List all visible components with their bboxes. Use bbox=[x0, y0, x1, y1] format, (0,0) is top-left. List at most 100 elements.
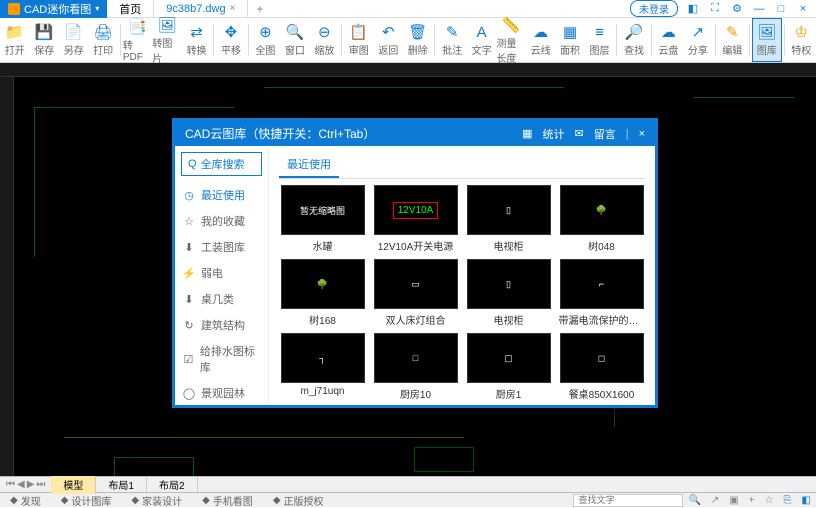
dropdown-icon[interactable]: ▾ bbox=[95, 4, 99, 13]
msg-button[interactable]: 留言 bbox=[594, 126, 616, 142]
status-item-家装设计[interactable]: ◆家装设计 bbox=[121, 493, 192, 508]
toolbar-label: 测量长度 bbox=[496, 35, 525, 65]
card-thumbnail: 12V10A bbox=[374, 185, 458, 235]
msg-icon[interactable]: ✉ bbox=[574, 127, 583, 140]
nav-next-icon[interactable]: ▶ bbox=[27, 479, 35, 490]
card-label: 水罐 bbox=[313, 238, 333, 253]
status-item-发现[interactable]: ◆发现 bbox=[0, 493, 51, 508]
status-item-手机看图[interactable]: ◆手机看图 bbox=[192, 493, 263, 508]
sidebar-item-弱电[interactable]: ⚡弱电 bbox=[175, 260, 268, 286]
toolbar-删除[interactable]: 🗑删除 bbox=[403, 18, 432, 62]
library-card[interactable]: 暂无缩略图水罐 bbox=[279, 185, 366, 253]
stats-button[interactable]: 统计 bbox=[542, 126, 564, 142]
toolbar-保存[interactable]: 💾保存 bbox=[29, 18, 58, 62]
content-tab-recent[interactable]: 最近使用 bbox=[279, 152, 339, 178]
status-tool2-icon[interactable]: ▣ bbox=[724, 495, 743, 506]
fullscreen-icon[interactable]: ⛶ bbox=[708, 2, 722, 16]
toolbar-icon: ⊕ bbox=[256, 23, 274, 41]
sidebar-item-景观园林[interactable]: ◯景观园林 bbox=[175, 380, 268, 405]
popup-content: 最近使用 暂无缩略图水罐12V10A12V10A开关电源▯电视柜🌳树048 🌳树1… bbox=[269, 146, 655, 405]
toolbar-查找[interactable]: 🔎查找 bbox=[619, 18, 648, 62]
library-card[interactable]: ┐m_j71uqn bbox=[279, 333, 366, 399]
toolbar-审图[interactable]: 📋审图 bbox=[344, 18, 373, 62]
add-tab-button[interactable]: + bbox=[248, 0, 271, 18]
tab-home[interactable]: 首页 bbox=[107, 0, 154, 18]
sidebar-item-我的收藏[interactable]: ☆我的收藏 bbox=[175, 208, 268, 234]
layout-tab-模型[interactable]: 模型 bbox=[51, 475, 96, 494]
search-go-icon[interactable]: 🔍 bbox=[683, 495, 705, 506]
toolbar-文字[interactable]: A文字 bbox=[467, 18, 496, 62]
card-thumbnail: ▯ bbox=[467, 185, 551, 235]
status-tool6-icon[interactable]: ◧ bbox=[797, 495, 816, 506]
library-card[interactable]: ▯电视柜 bbox=[465, 185, 552, 253]
nav-prev-icon[interactable]: ◀ bbox=[17, 479, 25, 490]
toolbar-窗口[interactable]: 🔍窗口 bbox=[280, 18, 309, 62]
settings-icon[interactable]: ⚙ bbox=[730, 2, 744, 16]
toolbar-转换[interactable]: ⇄转换 bbox=[182, 18, 211, 62]
status-tool1-icon[interactable]: ↗ bbox=[706, 495, 724, 506]
toolbar-测量长度[interactable]: 📏测量长度 bbox=[496, 18, 525, 62]
status-item-设计图库[interactable]: ◆设计图库 bbox=[51, 493, 122, 508]
toolbar-label: 另存 bbox=[64, 42, 84, 57]
toolbar-分享[interactable]: ↗分享 bbox=[683, 18, 712, 62]
drawing-canvas[interactable]: CAD云图库（快捷开关：Ctrl+Tab） ▦ 统计 ✉ 留言 | × Q 全库… bbox=[0, 63, 816, 476]
minimize-icon[interactable]: — bbox=[752, 2, 766, 16]
toolbar-icon: ↶ bbox=[379, 23, 397, 41]
card-thumbnail: ▢ bbox=[467, 333, 551, 383]
layout-tab-布局1[interactable]: 布局1 bbox=[96, 475, 147, 494]
app-name: CAD迷你看图 bbox=[24, 1, 91, 17]
library-card[interactable]: ▢厨房1 bbox=[465, 333, 552, 399]
toolbar-云盘[interactable]: ☁云盘 bbox=[654, 18, 683, 62]
toolbar-图库[interactable]: 🖼图库 bbox=[752, 18, 782, 62]
sidebar-item-最近使用[interactable]: ◷最近使用 bbox=[175, 182, 268, 208]
toolbar-编辑[interactable]: ✎编辑 bbox=[718, 18, 747, 62]
sidebar-item-给排水图标库[interactable]: ☑给排水图标库 bbox=[175, 338, 268, 380]
toolbar-批注[interactable]: ✎批注 bbox=[437, 18, 466, 62]
status-icon: ◆ bbox=[10, 495, 18, 506]
skin-icon[interactable]: ◧ bbox=[686, 2, 700, 16]
login-button[interactable]: 未登录 bbox=[630, 0, 678, 17]
status-tool3-icon[interactable]: + bbox=[744, 495, 760, 506]
toolbar-平移[interactable]: ✥平移 bbox=[216, 18, 245, 62]
popup-close-icon[interactable]: × bbox=[639, 128, 645, 140]
toolbar-图层[interactable]: ≡图层 bbox=[585, 18, 614, 62]
toolbar-打印[interactable]: 🖨打印 bbox=[88, 18, 117, 62]
sidebar-item-label: 我的收藏 bbox=[201, 213, 245, 229]
close-icon[interactable]: × bbox=[230, 3, 236, 14]
library-card[interactable]: 12V10A12V10A开关电源 bbox=[372, 185, 459, 253]
toolbar-转PDF[interactable]: 📑转PDF bbox=[123, 18, 152, 62]
library-search-button[interactable]: Q 全库搜索 bbox=[181, 152, 262, 176]
status-search-input[interactable] bbox=[573, 494, 683, 507]
maximize-icon[interactable]: □ bbox=[774, 2, 788, 16]
toolbar-label: 打开 bbox=[5, 42, 25, 57]
toolbar-另存[interactable]: 📄另存 bbox=[59, 18, 88, 62]
toolbar-返回[interactable]: ↶返回 bbox=[374, 18, 403, 62]
file-tabs: 首页 9c38b7.dwg × + bbox=[107, 0, 271, 18]
sidebar-item-建筑结构[interactable]: ↻建筑结构 bbox=[175, 312, 268, 338]
status-tool4-icon[interactable]: ☆ bbox=[760, 495, 779, 506]
toolbar-面积[interactable]: ▦面积 bbox=[555, 18, 584, 62]
toolbar-云线[interactable]: ☁云线 bbox=[526, 18, 555, 62]
library-card[interactable]: ▭双人床灯组合 bbox=[372, 259, 459, 327]
library-card[interactable]: □厨房10 bbox=[372, 333, 459, 399]
sidebar-item-桌几类[interactable]: ⬇桌几类 bbox=[175, 286, 268, 312]
toolbar-缩放[interactable]: ⊖缩放 bbox=[310, 18, 339, 62]
nav-first-icon[interactable]: ⏮ bbox=[6, 479, 15, 490]
window-close-icon[interactable]: × bbox=[796, 2, 810, 16]
library-card[interactable]: ◻餐桌850X1600 bbox=[558, 333, 645, 399]
toolbar-特权[interactable]: ♔特权 bbox=[786, 18, 815, 62]
toolbar-打开[interactable]: 📁打开 bbox=[0, 18, 29, 62]
sidebar-item-工装图库[interactable]: ⬇工装图库 bbox=[175, 234, 268, 260]
layout-tab-布局2[interactable]: 布局2 bbox=[147, 475, 198, 494]
toolbar-转图片[interactable]: 🖼转图片 bbox=[152, 18, 181, 62]
library-card[interactable]: ⌐带漏电流保护的断路器 bbox=[558, 259, 645, 327]
nav-last-icon[interactable]: ⏭ bbox=[36, 479, 45, 490]
status-item-正版授权[interactable]: ◆正版授权 bbox=[263, 493, 334, 508]
toolbar-icon: 🗑 bbox=[409, 23, 427, 41]
status-tool5-icon[interactable]: ⎘ bbox=[779, 495, 797, 506]
toolbar-全图[interactable]: ⊕全图 bbox=[251, 18, 280, 62]
library-card[interactable]: 🌳树048 bbox=[558, 185, 645, 253]
library-card[interactable]: 🌳树168 bbox=[279, 259, 366, 327]
library-card[interactable]: ▯电视柜 bbox=[465, 259, 552, 327]
grid-view-icon[interactable]: ▦ bbox=[522, 127, 532, 140]
